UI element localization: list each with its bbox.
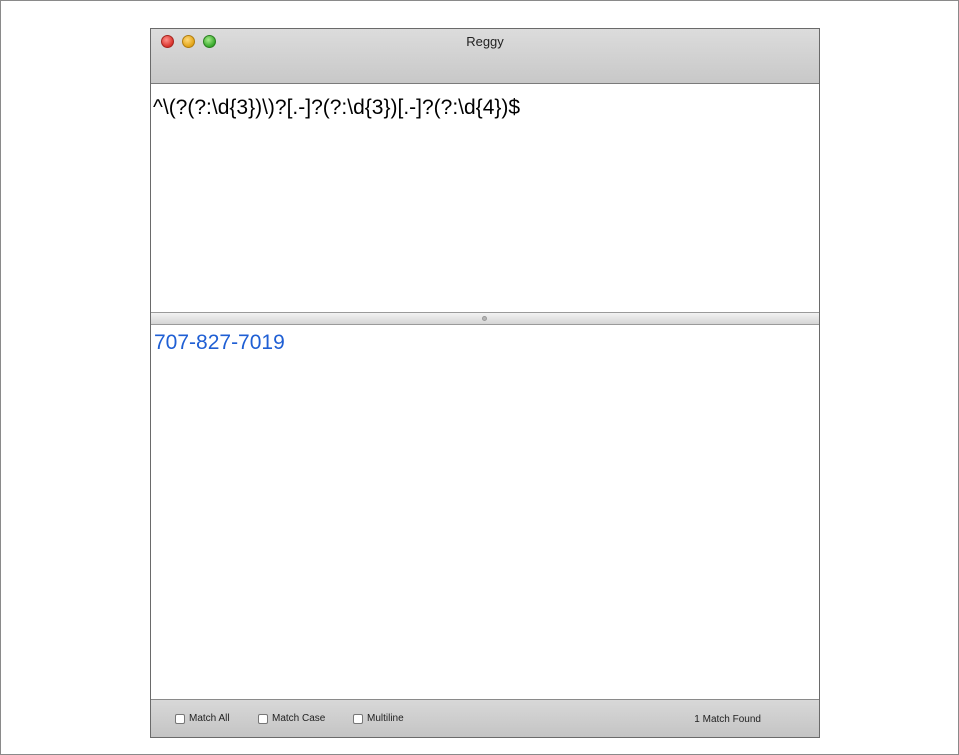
matched-text[interactable]: 707-827-7019: [154, 331, 285, 355]
multiline-label: Multiline: [367, 713, 404, 724]
pane-splitter[interactable]: [151, 312, 819, 325]
match-case-option[interactable]: Match Case: [258, 713, 325, 724]
regex-pattern-editor[interactable]: ^\(?(?:\d{3})\)?[.-]?(?:\d{3})[.-]?(?:\d…: [151, 84, 819, 339]
match-count-status: 1 Match Found: [694, 714, 761, 725]
match-case-checkbox[interactable]: [258, 713, 268, 724]
title-bar[interactable]: Reggy: [151, 29, 819, 84]
match-all-label: Match All: [189, 713, 230, 724]
match-case-label: Match Case: [272, 713, 326, 724]
multiline-option[interactable]: Multiline: [353, 713, 404, 724]
match-all-option[interactable]: Match All: [175, 713, 230, 724]
window-title: Reggy: [466, 34, 504, 49]
regex-pattern-text[interactable]: ^\(?(?:\d{3})\)?[.-]?(?:\d{3})[.-]?(?:\d…: [153, 96, 520, 120]
splitter-handle-icon[interactable]: [482, 316, 487, 321]
status-bar: Match All Match Case Multiline 1 Match F…: [151, 699, 819, 737]
app-window: Reggy ^\(?(?:\d{3})\)?[.-]?(?:\d{3})[.-]…: [150, 28, 820, 738]
multiline-checkbox[interactable]: [353, 713, 363, 724]
match-all-checkbox[interactable]: [175, 713, 185, 724]
test-text-editor[interactable]: 707-827-7019: [151, 325, 819, 700]
